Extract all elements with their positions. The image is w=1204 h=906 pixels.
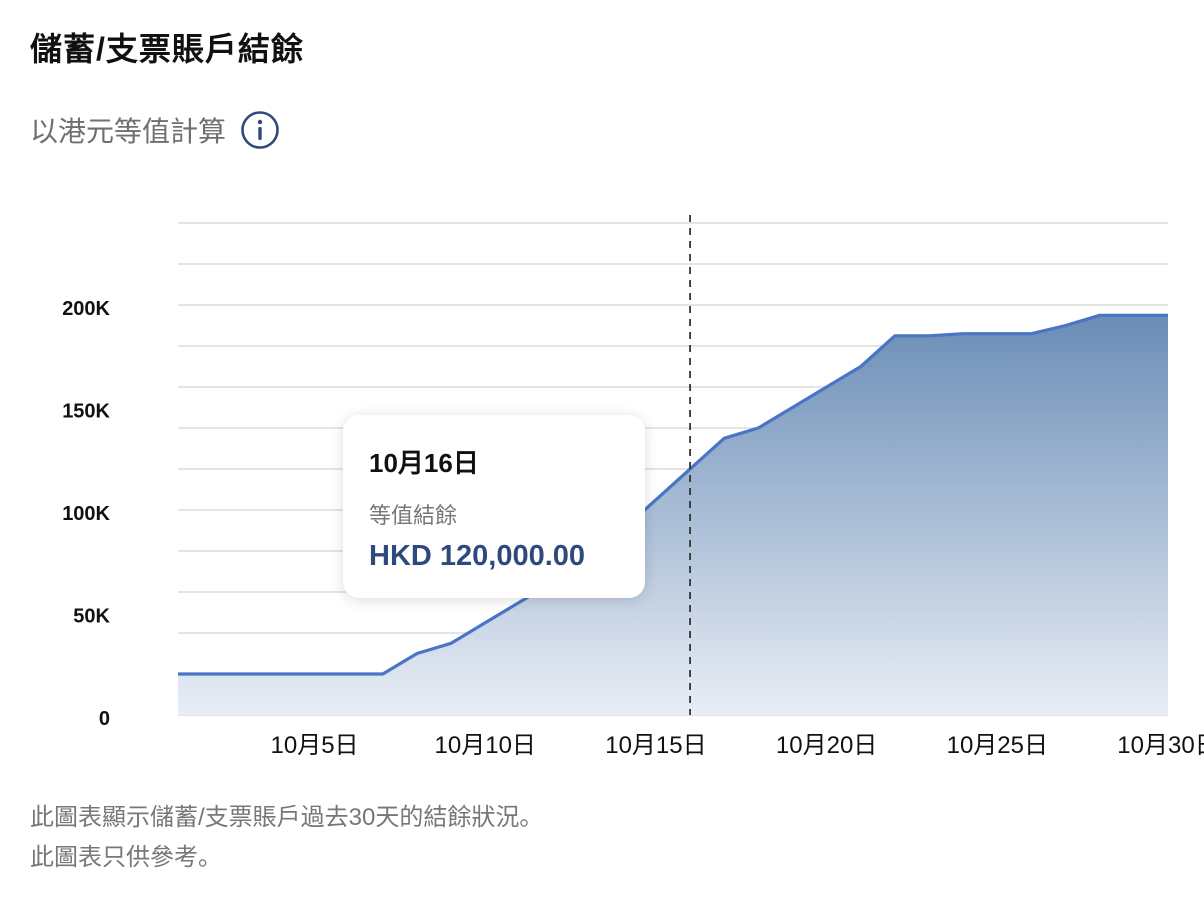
x-tick-label: 10月25日 — [947, 732, 1048, 759]
y-tick-label: 200K — [62, 298, 110, 320]
info-icon[interactable] — [240, 110, 280, 150]
chart-container[interactable]: 0 50K 100K 150K 200K 10月5日 10月10日 10月15日 10月20日 1… — [0, 180, 1204, 780]
page-title: 儲蓄/支票賬戶結餘 — [30, 31, 304, 67]
y-tick-label: 50K — [73, 606, 110, 628]
tooltip-date: 10月16日 — [369, 448, 479, 478]
x-tick-label: 10月5日 — [271, 732, 359, 759]
tooltip-label: 等值結餘 — [369, 503, 458, 528]
balance-area — [178, 315, 1168, 715]
x-tick-label: 10月20日 — [776, 732, 877, 759]
subtitle-text: 以港元等值計算 — [30, 116, 227, 147]
y-tick-label: 150K — [62, 401, 110, 423]
footnote: 此圖表顯示儲蓄/支票賬戶過去30天的結餘狀況。 此圖表只供參考。 — [30, 798, 543, 878]
footnote-line-2: 此圖表只供參考。 — [30, 844, 222, 871]
footnote-line-1: 此圖表顯示儲蓄/支票賬戶過去30天的結餘狀況。 — [30, 804, 544, 831]
x-tick-label: 10月15日 — [605, 732, 706, 759]
tooltip-value: HKD 120,000.00 — [369, 540, 586, 572]
y-tick-label: 0 — [99, 708, 110, 730]
y-tick-label: 100K — [62, 503, 110, 525]
x-tick-label: 10月30日 — [1117, 732, 1204, 759]
chart-tooltip: 10月16日 等值結餘 HKD 120,000.00 — [343, 415, 645, 598]
x-tick-label: 10月10日 — [435, 732, 536, 759]
subtitle-row: 以港元等值計算 — [30, 110, 280, 150]
